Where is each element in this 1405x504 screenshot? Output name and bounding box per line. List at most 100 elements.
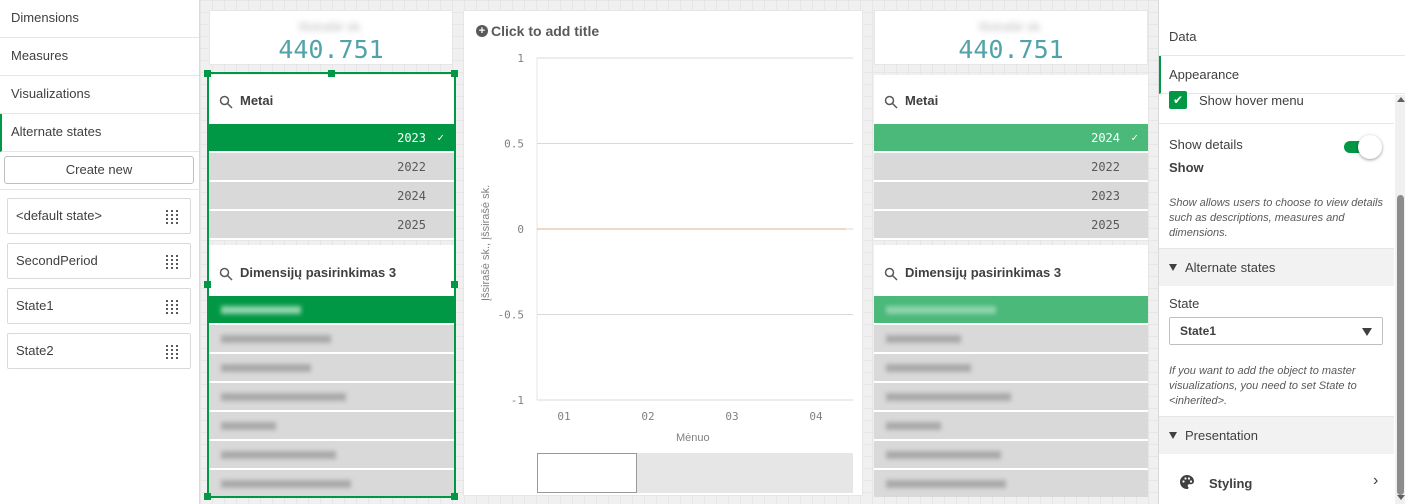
state-label: <default state> — [16, 208, 103, 223]
palette-icon — [1180, 475, 1194, 489]
drag-handle-icon[interactable] — [166, 300, 178, 314]
tab-data[interactable]: Data — [1159, 18, 1405, 56]
list-item[interactable] — [874, 412, 1148, 440]
drag-handle-icon[interactable] — [166, 345, 178, 359]
filter-pane-dimensions-left[interactable]: Dimensijų pasirinkimas 3 — [209, 245, 454, 497]
x-axis-label: Mėnuo — [676, 432, 710, 444]
list-item[interactable]: 2025 — [874, 211, 1148, 239]
list-item[interactable] — [874, 470, 1148, 497]
state-label: State — [1169, 296, 1200, 311]
state-item-state1[interactable]: State1 — [7, 288, 191, 324]
x-tick-label: 02 — [641, 410, 654, 423]
list-item[interactable] — [209, 441, 454, 469]
scroll-minimap[interactable] — [537, 453, 853, 493]
state-item-secondperiod[interactable]: SecondPeriod — [7, 243, 191, 279]
y-tick-label: -0.5 — [498, 309, 525, 322]
kpi-value: 440.751 — [278, 35, 384, 64]
drag-handle-icon[interactable] — [166, 210, 178, 224]
list-item[interactable]: 2025 — [209, 211, 454, 239]
create-new-button[interactable]: Create new — [4, 156, 194, 184]
scroll-down-icon[interactable] — [1397, 495, 1405, 500]
list-item[interactable] — [874, 383, 1148, 411]
resize-handle[interactable] — [451, 70, 458, 77]
minimap-window[interactable] — [537, 453, 637, 493]
tab-appearance[interactable]: Appearance — [1159, 56, 1405, 94]
filter-pane-metai-left[interactable]: Metai 2023 ✓ 2022 2024 2025 — [209, 75, 454, 240]
state-item-state2[interactable]: State2 — [7, 333, 191, 369]
x-tick-label: 04 — [809, 410, 823, 423]
filter-header[interactable]: Dimensijų pasirinkimas 3 — [209, 247, 454, 297]
filter-pane-dimensions-right[interactable]: Dimensijų pasirinkimas 3 — [874, 245, 1148, 497]
state-help: If you want to add the object to master … — [1169, 365, 1357, 407]
divider — [0, 189, 200, 190]
list-item[interactable]: 2023 — [874, 182, 1148, 210]
nav-measures[interactable]: Measures — [0, 38, 199, 76]
state-label: State1 — [16, 298, 54, 313]
y-tick-label: -1 — [511, 394, 524, 407]
show-details-toggle[interactable] — [1344, 135, 1382, 159]
y-tick-label: 0.5 — [504, 138, 524, 151]
list-item[interactable]: 2022 — [874, 153, 1148, 181]
filter-title: Dimensijų pasirinkimas 3 — [240, 265, 397, 280]
list-item[interactable] — [874, 325, 1148, 353]
resize-handle[interactable] — [204, 70, 211, 77]
list-item[interactable] — [209, 296, 454, 324]
presentation-section[interactable]: Presentation — [1159, 416, 1394, 454]
filter-pane-metai-right[interactable]: Metai 2024 ✓ 2022 2023 2025 — [874, 75, 1148, 240]
list-item[interactable] — [209, 325, 454, 353]
x-tick-label: 03 — [725, 410, 738, 423]
collapse-icon — [1169, 432, 1177, 439]
filter-header[interactable]: Metai — [209, 75, 454, 125]
list-item[interactable]: 2023 ✓ — [209, 124, 454, 152]
chevron-right-icon: › — [1373, 472, 1379, 489]
kpi-right[interactable]: Išsirašė sk. 440.751 — [874, 10, 1148, 65]
search-icon — [219, 95, 233, 109]
state-item-default[interactable]: <default state> — [7, 198, 191, 234]
kpi-label-blurred: Išsirašė sk. — [298, 19, 364, 34]
resize-handle[interactable] — [451, 493, 458, 500]
y-axis-label: Įšsirašė sk., Įšsirašė sk. — [480, 184, 492, 301]
list-item[interactable]: 2024 ✓ — [874, 124, 1148, 152]
show-details-help: Show allows users to choose to view deta… — [1169, 197, 1383, 239]
divider — [1159, 123, 1394, 124]
line-chart[interactable]: + Click to add title 1 0.5 0 -0.5 -1 01 02 03 04… — [463, 10, 863, 496]
scroll-up-icon[interactable] — [1397, 97, 1405, 102]
list-item[interactable]: 2024 — [209, 182, 454, 210]
kpi-label-blurred: Išsirašė sk. — [978, 19, 1044, 34]
state-select[interactable]: State1 — [1169, 317, 1383, 345]
panel-scrollbar[interactable] — [1395, 95, 1405, 504]
y-tick-label: 1 — [517, 52, 524, 65]
search-icon — [219, 267, 233, 281]
sheet-canvas: Išsirašė sk. 440.751 Metai 2023 ✓ 2022 20… — [200, 0, 1158, 504]
resize-handle[interactable] — [328, 70, 335, 77]
show-hover-menu-checkbox[interactable]: ✔ — [1169, 91, 1187, 109]
resize-handle[interactable] — [451, 281, 458, 288]
kpi-left[interactable]: Išsirašė sk. 440.751 — [209, 10, 453, 65]
resize-handle[interactable] — [204, 281, 211, 288]
y-tick-label: 0 — [517, 223, 524, 236]
list-item[interactable] — [209, 383, 454, 411]
drag-handle-icon[interactable] — [166, 255, 178, 269]
state-label: SecondPeriod — [16, 253, 98, 268]
styling-row[interactable]: Styling › — [1159, 455, 1394, 504]
list-item[interactable]: 2022 — [209, 153, 454, 181]
list-item[interactable] — [874, 296, 1148, 324]
alternate-states-section[interactable]: Alternate states — [1159, 248, 1394, 286]
scroll-thumb[interactable] — [1397, 195, 1404, 495]
list-item[interactable] — [874, 354, 1148, 382]
filter-header[interactable]: Dimensijų pasirinkimas 3 — [874, 247, 1148, 297]
filter-title: Metai — [240, 93, 274, 108]
collapse-icon — [1169, 264, 1177, 271]
search-icon — [884, 95, 898, 109]
list-item[interactable] — [209, 354, 454, 382]
show-details-value: Show — [1169, 160, 1204, 175]
nav-alternate-states[interactable]: Alternate states — [0, 114, 199, 152]
list-item[interactable] — [209, 470, 454, 497]
nav-dimensions[interactable]: Dimensions — [0, 0, 199, 38]
list-item[interactable] — [209, 412, 454, 440]
chevron-down-icon — [1362, 328, 1372, 336]
list-item[interactable] — [874, 441, 1148, 469]
resize-handle[interactable] — [204, 493, 211, 500]
nav-visualizations[interactable]: Visualizations — [0, 76, 199, 114]
filter-header[interactable]: Metai — [874, 75, 1148, 125]
